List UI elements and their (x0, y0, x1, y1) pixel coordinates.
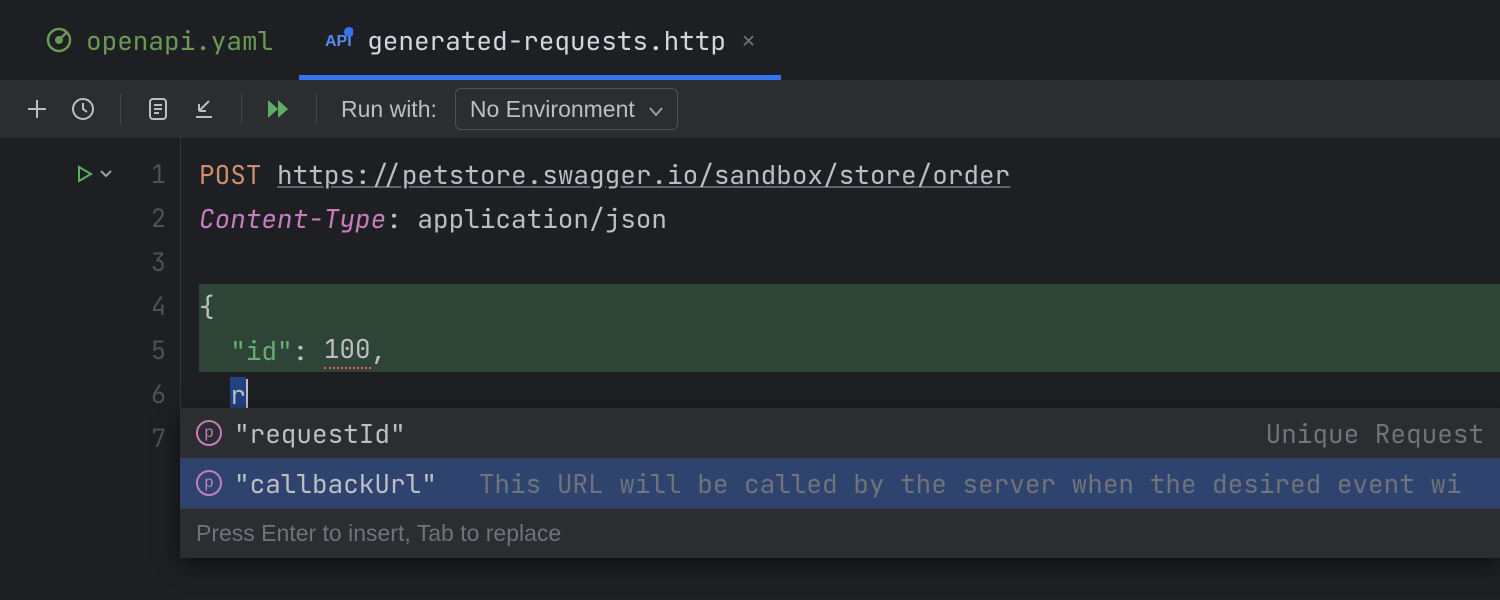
chevron-down-icon (649, 96, 663, 123)
code-line (199, 240, 1500, 284)
property-icon: p (196, 420, 222, 446)
gutter: 1 2 3 4 5 6 7 (0, 138, 180, 460)
run-with-label: Run with: (341, 96, 437, 123)
code-line: Content-Type: application/json (199, 196, 1500, 240)
code-line: POST https://petstore.swagger.io/sandbox… (199, 152, 1500, 196)
openapi-icon (46, 27, 72, 53)
toolbar: Run with: No Environment (0, 80, 1500, 138)
autocomplete-label: "requestId" (234, 416, 406, 451)
import-button[interactable] (185, 90, 223, 128)
line-number: 4 (116, 289, 166, 323)
toolbar-separator (241, 94, 242, 124)
autocomplete-label: "callbackUrl" (234, 466, 437, 501)
environment-value: No Environment (470, 96, 635, 123)
tab-label: generated-requests.http (367, 23, 726, 58)
autocomplete-desc: This URL will be called by the server wh… (479, 466, 1484, 501)
toolbar-separator (120, 94, 121, 124)
autocomplete-desc: Unique Request (1266, 416, 1484, 451)
autocomplete-item[interactable]: p "callbackUrl" This URL will be called … (180, 458, 1500, 508)
run-all-button[interactable] (260, 90, 298, 128)
code-line: "id": 100, (199, 328, 1500, 372)
tab-bar: openapi.yaml API generated-requests.http… (0, 0, 1500, 80)
editor[interactable]: 1 2 3 4 5 6 7 POST https://petstore.swag… (0, 138, 1500, 460)
code-line: { (199, 284, 1500, 328)
toolbar-separator (316, 94, 317, 124)
autocomplete-item[interactable]: p "requestId" Unique Request (180, 408, 1500, 458)
environment-dropdown[interactable]: No Environment (455, 88, 678, 130)
line-number: 1 (116, 157, 166, 191)
examples-button[interactable] (139, 90, 177, 128)
close-icon[interactable]: ✕ (742, 26, 755, 55)
add-button[interactable] (18, 90, 56, 128)
line-number: 6 (116, 377, 166, 411)
tab-generated-requests[interactable]: API generated-requests.http ✕ (299, 0, 781, 80)
tab-label: openapi.yaml (86, 23, 273, 58)
api-icon: API (325, 26, 353, 54)
autocomplete-popup: p "requestId" Unique Request p "callback… (180, 408, 1500, 558)
line-number: 2 (116, 201, 166, 235)
line-number: 7 (116, 421, 166, 455)
property-icon: p (196, 470, 222, 496)
line-number: 3 (116, 245, 166, 279)
run-gutter-icon[interactable] (76, 165, 112, 183)
tab-openapi[interactable]: openapi.yaml (20, 0, 299, 80)
line-number: 5 (116, 333, 166, 367)
history-button[interactable] (64, 90, 102, 128)
autocomplete-hint: Press Enter to insert, Tab to replace (180, 508, 1500, 558)
